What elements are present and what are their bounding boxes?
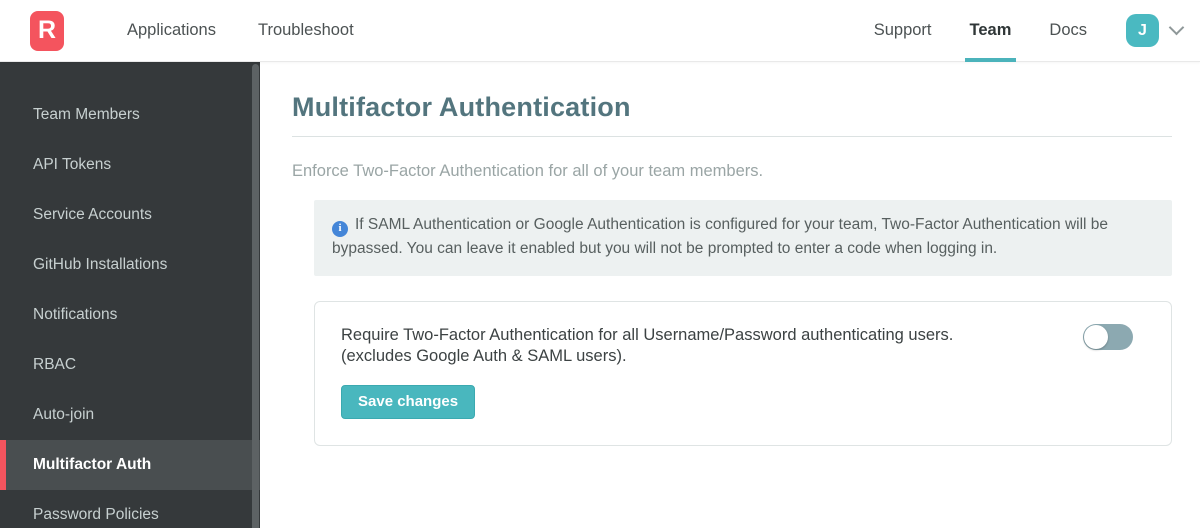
require-2fa-label: Require Two-Factor Authentication for al… (341, 325, 1101, 367)
primary-nav: Applications Troubleshoot (106, 0, 375, 61)
nav-item-docs[interactable]: Docs (1030, 0, 1106, 61)
sidebar-item-github-installations[interactable]: GitHub Installations (0, 240, 260, 290)
chevron-down-icon[interactable] (1168, 19, 1185, 36)
nav-item-support[interactable]: Support (855, 0, 951, 61)
sidebar-scrollbar[interactable] (252, 64, 259, 528)
top-nav-bar: R Applications Troubleshoot Support Team… (0, 0, 1200, 62)
multifactor-auth-panel: Multifactor Authentication Enforce Two-F… (260, 62, 1200, 528)
sidebar-item-team-members[interactable]: Team Members (0, 90, 260, 140)
saml-bypass-info-note: If SAML Authentication or Google Authent… (314, 200, 1172, 277)
nav-item-team[interactable]: Team (951, 0, 1031, 62)
page-description: Enforce Two-Factor Authentication for al… (292, 162, 764, 180)
secondary-nav: Support Team Docs J (855, 0, 1200, 62)
save-changes-button[interactable]: Save changes (341, 385, 476, 420)
require-2fa-toggle[interactable] (1083, 324, 1133, 351)
info-icon (332, 220, 348, 237)
page-title: Multifactor Authentication (292, 92, 631, 122)
sidebar-item-password-policies[interactable]: Password Policies (0, 490, 260, 528)
sidebar-item-service-accounts[interactable]: Service Accounts (0, 190, 260, 240)
info-note-text: If SAML Authentication or Google Authent… (332, 216, 1109, 258)
sidebar-item-api-tokens[interactable]: API Tokens (0, 140, 260, 190)
sidebar-item-rbac[interactable]: RBAC (0, 340, 260, 390)
require-2fa-label-line1: Require Two-Factor Authentication for al… (341, 326, 954, 345)
nav-item-troubleshoot[interactable]: Troubleshoot (237, 0, 375, 61)
nav-item-applications[interactable]: Applications (106, 0, 237, 61)
avatar[interactable]: J (1126, 14, 1159, 47)
rollbar-logo-icon[interactable]: R (30, 10, 64, 51)
require-2fa-setting-card: Require Two-Factor Authentication for al… (314, 301, 1172, 447)
title-divider (292, 136, 1172, 137)
team-settings-sidebar: Team Members API Tokens Service Accounts… (0, 62, 260, 528)
require-2fa-label-line2: (excludes Google Auth & SAML users). (341, 347, 627, 366)
sidebar-item-auto-join[interactable]: Auto-join (0, 390, 260, 440)
toggle-knob (1084, 325, 1108, 350)
sidebar-item-notifications[interactable]: Notifications (0, 290, 260, 340)
sidebar-item-multifactor-auth[interactable]: Multifactor Auth (0, 440, 260, 490)
